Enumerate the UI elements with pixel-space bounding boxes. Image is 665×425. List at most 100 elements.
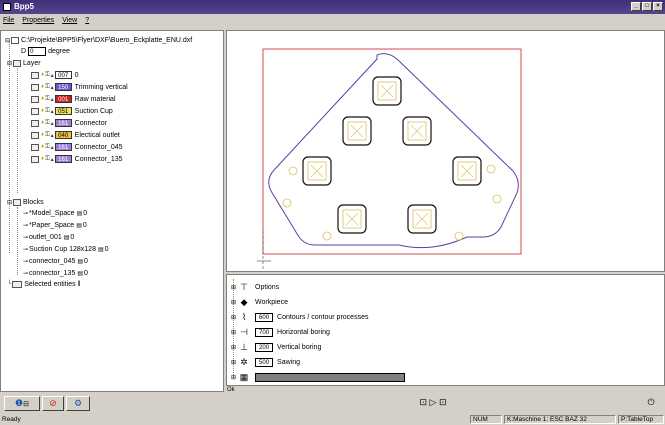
lock-icon[interactable]: ⚿ <box>45 144 50 151</box>
layer-row[interactable]: ♦ ⚿ ▴ 040 Electical outlet <box>31 130 120 140</box>
block-name: connector_045 <box>29 257 76 265</box>
layer-color-code[interactable]: 007 <box>54 71 72 79</box>
layer-row[interactable]: ♦ ⚿ ▴ 161 Connector_135 <box>31 154 123 164</box>
visibility-icon[interactable]: ▴ <box>51 108 54 115</box>
lock-icon[interactable]: ⚿ <box>45 72 50 79</box>
block-row[interactable]: ⊸ *Model_Space ▤ 0 <box>23 208 87 218</box>
menu-help[interactable]: ? <box>85 17 89 24</box>
expand-icon[interactable]: ⊞ <box>231 329 236 336</box>
operation-row[interactable]: ⊞ ⌇ 600 Contours / contour processes <box>231 311 368 323</box>
operation-code: 600 <box>255 312 274 322</box>
block-row[interactable]: ⊸ *Paper_Space ▤ 0 <box>23 220 87 230</box>
block-count: 0 <box>70 233 75 241</box>
layer-color-code[interactable]: 161 <box>54 155 72 163</box>
minimize-button[interactable]: _ <box>631 2 641 11</box>
lock-icon[interactable]: ⚿ <box>45 120 50 127</box>
block-count: 0 <box>84 257 88 265</box>
record-icon[interactable]: ⊡ <box>419 397 427 407</box>
operations-panel[interactable]: ⊞ ⊤ Options ⊞ ◆ Workpiece ⊞ ⌇ 600 Contours / cont… <box>226 274 665 386</box>
lock-icon[interactable]: ⚿ <box>45 96 50 103</box>
lock-icon[interactable]: ⚿ <box>45 156 50 163</box>
special-icon: ▦ <box>239 371 249 382</box>
contour-icon: ⌇ <box>241 311 247 322</box>
layer-row[interactable]: ♦ ⚿ ▴ 161 Connector <box>31 118 107 128</box>
tree-root[interactable]: ⊟ C:\Projekte\BPP5\Flyer\DXF\Buero_Eckpl… <box>5 35 192 45</box>
menu-file[interactable]: File <box>3 17 14 24</box>
lightbulb-icon[interactable]: ♦ <box>41 84 44 90</box>
menu-view[interactable]: View <box>62 17 77 24</box>
layer-row[interactable]: ♦ ⚿ ▴ 001 Raw material <box>31 94 116 104</box>
layer-tree-panel[interactable]: ⊟ C:\Projekte\BPP5\Flyer\DXF\Buero_Eckpl… <box>0 30 224 392</box>
block-row[interactable]: ⊸ Suction Cup 128x128 ▤ 0 <box>23 244 109 254</box>
selected-operation-highlight[interactable] <box>255 372 406 382</box>
suction-cup <box>407 204 437 234</box>
stop-icon[interactable]: ⊡ <box>439 397 447 407</box>
operation-row[interactable]: ⊞ ⊥ 200 Vertical boring <box>231 341 321 353</box>
selected-entities[interactable]: └ Selected entities ‖ <box>7 279 81 289</box>
suction-cup <box>402 116 432 146</box>
operation-row[interactable]: ⊞ ⊣ 700 Horizontal boring <box>231 326 330 338</box>
expand-icon[interactable]: ⊞ <box>231 299 236 306</box>
operation-row[interactable]: ⊞ ◆ Workpiece <box>231 296 288 308</box>
collapse-icon[interactable]: ⊟ <box>5 37 10 44</box>
lightbulb-icon[interactable]: ♦ <box>41 96 44 102</box>
rotation-input[interactable]: 0 <box>28 46 47 56</box>
layer-color-code[interactable]: 161 <box>54 143 72 151</box>
visibility-icon[interactable]: ▴ <box>51 84 54 91</box>
layer-row[interactable]: ♦ ⚿ ▴ 161 Connector_045 <box>31 142 123 152</box>
bottom-toolbar: ❶⊟ ⊘ ⚙ ⊡ ▷ ⊡ ⏻ <box>0 394 665 414</box>
drawing-canvas[interactable] <box>226 30 665 272</box>
expand-icon[interactable]: ⊞ <box>231 359 236 366</box>
expand-icon[interactable]: ⊞ <box>231 344 236 351</box>
close-button[interactable]: × <box>653 2 663 11</box>
settings-button[interactable]: ⚙ <box>66 396 90 411</box>
layer-color-code[interactable]: 051 <box>54 107 72 115</box>
visibility-icon[interactable]: ▴ <box>51 120 54 127</box>
operation-row[interactable]: ⊞ ▦ <box>231 371 409 383</box>
layer-color-code[interactable]: 161 <box>54 119 72 127</box>
block-row[interactable]: ⊸ connector_045 ▤ 0 <box>23 256 88 266</box>
layer-folder[interactable]: ⊟ Layer <box>7 58 41 68</box>
lock-icon[interactable]: ⚿ <box>45 132 50 139</box>
status-table: P:TableTop <box>618 415 664 424</box>
operation-row[interactable]: ⊞ ✲ 500 Sawing <box>231 356 300 368</box>
no-entry-button[interactable]: ⊘ <box>42 396 64 411</box>
power-icon[interactable]: ⏻ <box>642 396 660 411</box>
visibility-icon[interactable]: ▴ <box>51 72 54 79</box>
visibility-icon[interactable]: ▴ <box>51 144 54 151</box>
block-icon: ⊸ <box>23 270 29 277</box>
layer-color-code[interactable]: 040 <box>54 131 72 139</box>
blocks-folder[interactable]: ⊟ Blocks <box>7 197 44 207</box>
operation-row[interactable]: ⊞ ⊤ Options <box>231 281 279 293</box>
block-row[interactable]: ⊸ connector_135 ▤ 0 <box>23 268 88 278</box>
play-icon[interactable]: ▷ <box>430 397 437 407</box>
layer-row[interactable]: ♦ ⚿ ▴ 150 Trimming vertical <box>31 82 128 92</box>
layer-icon <box>31 119 39 127</box>
expand-icon[interactable]: ⊞ <box>231 284 236 291</box>
menu-properties[interactable]: Properties <box>22 17 54 24</box>
lightbulb-icon[interactable]: ♦ <box>41 120 44 126</box>
lightbulb-icon[interactable]: ♦ <box>41 144 44 150</box>
maximize-button[interactable]: □ <box>642 2 652 11</box>
layer-color-code[interactable]: 150 <box>54 83 72 91</box>
visibility-icon[interactable]: ▴ <box>51 96 54 103</box>
visibility-icon[interactable]: ▴ <box>51 132 54 139</box>
expand-icon[interactable]: ⊞ <box>231 374 236 381</box>
layer-row[interactable]: ♦ ⚿ ▴ 051 Suction Cup <box>31 106 113 116</box>
visibility-icon[interactable]: ▴ <box>51 156 54 163</box>
collapse-icon[interactable]: ⊟ <box>7 199 12 206</box>
block-row[interactable]: ⊸ outlet_001 ▤ 0 <box>23 232 74 242</box>
info-button[interactable]: ❶⊟ <box>4 396 40 411</box>
block-icon: ⊸ <box>23 222 29 229</box>
lightbulb-icon[interactable]: ♦ <box>41 108 44 114</box>
lock-icon[interactable]: ⚿ <box>45 108 50 115</box>
collapse-icon[interactable]: ⊟ <box>7 60 12 67</box>
lock-icon[interactable]: ⚿ <box>45 84 50 91</box>
expand-icon[interactable]: ⊞ <box>231 314 236 321</box>
lightbulb-icon[interactable]: ♦ <box>41 156 44 162</box>
selected-label: Selected entities <box>24 280 76 288</box>
lightbulb-icon[interactable]: ♦ <box>41 132 44 138</box>
lightbulb-icon[interactable]: ♦ <box>41 72 44 78</box>
layer-color-code[interactable]: 001 <box>54 95 72 103</box>
layer-row[interactable]: ♦ ⚿ ▴ 007 0 <box>31 70 79 80</box>
